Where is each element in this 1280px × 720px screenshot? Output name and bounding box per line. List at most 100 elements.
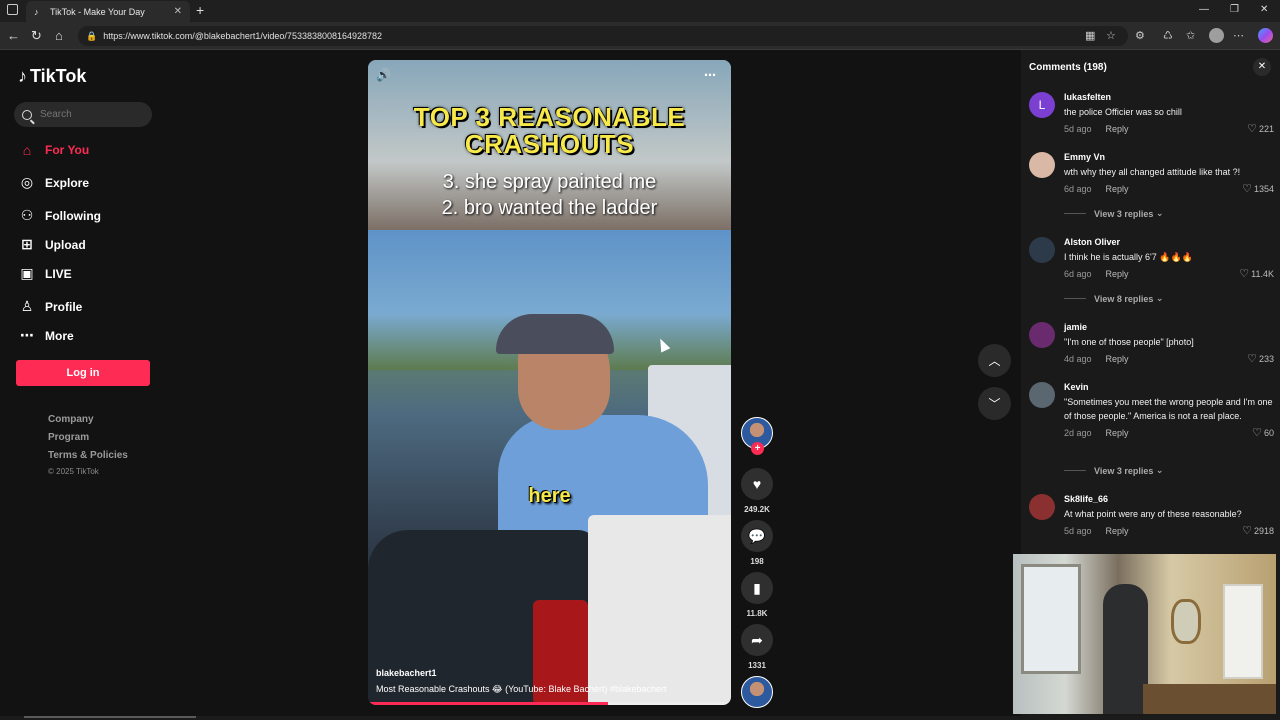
comment-like-count: 11.4K xyxy=(1251,269,1274,279)
comment-username[interactable]: Alston Oliver xyxy=(1064,237,1274,247)
view-replies-button[interactable]: View 3 replies ⌄ xyxy=(1064,208,1163,219)
chevron-up-icon: ︿ xyxy=(988,354,1001,368)
save-button[interactable]: ▮ 11.8K xyxy=(741,572,773,618)
reader-icon[interactable]: ▦ xyxy=(1085,29,1095,42)
comment-text: I think he is actually 6'7 🔥🔥🔥 xyxy=(1064,252,1193,262)
url-field[interactable]: 🔒 https://www.tiktok.com/@blakebachert1/… xyxy=(78,26,1128,46)
comment-avatar[interactable]: L xyxy=(1029,92,1055,118)
comment-avatar[interactable] xyxy=(1029,237,1055,263)
search-box[interactable] xyxy=(14,102,152,127)
minimize-icon[interactable]: — xyxy=(1199,4,1209,15)
nav-explore[interactable]: ◎ Explore xyxy=(18,174,89,191)
video-username[interactable]: blakebachert1 xyxy=(376,668,716,678)
like-button[interactable]: ♥ 249.2K xyxy=(741,468,773,514)
chevron-down-icon: ⌄ xyxy=(1155,465,1164,475)
reload-icon[interactable]: ↻ xyxy=(31,28,42,44)
login-button[interactable]: Log in xyxy=(16,360,150,386)
video-progress-bar[interactable] xyxy=(368,702,731,705)
following-icon: ⚇ xyxy=(20,207,34,223)
reply-button[interactable]: Reply xyxy=(1106,526,1129,536)
nav-more[interactable]: ⋯ More xyxy=(18,327,74,344)
comment-username[interactable]: lukasfelten xyxy=(1064,92,1274,102)
video-player[interactable]: 🔊 ⋯ TOP 3 REASONABLE CRASHOUTS 3. she sp… xyxy=(368,60,731,705)
view-replies-button[interactable]: View 3 replies ⌄ xyxy=(1064,465,1163,476)
more-icon: ⋯ xyxy=(20,327,34,343)
comment-time: 5d ago xyxy=(1064,123,1092,134)
nav-live[interactable]: ▣ LIVE xyxy=(18,265,71,282)
chevron-down-icon: ﹀ xyxy=(988,397,1001,411)
comment-username[interactable]: jamie xyxy=(1064,322,1274,332)
tab-title: TikTok - Make Your Day xyxy=(50,6,145,17)
comment-avatar[interactable] xyxy=(1029,322,1055,348)
heart-outline-icon: ♡ xyxy=(1239,268,1250,280)
profile-icon: ♙ xyxy=(20,298,34,314)
comment-username[interactable]: Kevin xyxy=(1064,382,1274,392)
tab-close-icon[interactable]: ✕ xyxy=(174,6,182,17)
back-icon[interactable]: ← xyxy=(7,28,20,43)
nav-label: Explore xyxy=(45,175,90,190)
new-tab-icon[interactable]: + xyxy=(196,2,204,18)
reply-button[interactable]: Reply xyxy=(1106,354,1129,364)
previous-video-button[interactable]: ︿ xyxy=(978,344,1011,377)
comments-header: Comments (198) xyxy=(1029,62,1107,73)
copilot-icon[interactable] xyxy=(1258,28,1273,43)
follow-plus-icon[interactable]: + xyxy=(751,442,764,455)
tiktok-logo[interactable]: ♪ TikTok xyxy=(18,66,86,87)
comment-like-button[interactable]: ♡ 1354 xyxy=(1242,182,1274,195)
nav-upload[interactable]: ⊞ Upload xyxy=(18,236,86,253)
list-item-3: 3. she spray painted me xyxy=(442,171,657,193)
favorites-icon[interactable]: ✩ xyxy=(1186,29,1195,42)
comment-username[interactable]: Emmy Vn xyxy=(1064,152,1274,162)
footer-terms[interactable]: Terms & Policies xyxy=(48,450,128,461)
reply-button[interactable]: Reply xyxy=(1106,428,1129,438)
home-browser-icon[interactable]: ⌂ xyxy=(55,28,63,43)
sound-avatar-button[interactable] xyxy=(741,676,773,708)
reply-button[interactable]: Reply xyxy=(1106,124,1129,134)
url-text: https://www.tiktok.com/@blakebachert1/vi… xyxy=(103,31,383,41)
nav-following[interactable]: ⚇ Following xyxy=(18,207,101,224)
comment-avatar[interactable] xyxy=(1029,152,1055,178)
volume-icon[interactable]: 🔊 xyxy=(376,68,391,82)
favorite-star-icon[interactable]: ☆ xyxy=(1106,29,1116,42)
footer-company[interactable]: Company xyxy=(48,414,94,425)
maximize-icon[interactable]: ❐ xyxy=(1230,4,1239,15)
comment-like-button[interactable]: ♡ 2918 xyxy=(1242,524,1274,537)
sound-avatar xyxy=(741,676,773,708)
home-icon: ⌂ xyxy=(22,142,32,158)
nav-profile[interactable]: ♙ Profile xyxy=(18,298,83,315)
footer-program[interactable]: Program xyxy=(48,432,89,443)
comment-username[interactable]: Sk8life_66 xyxy=(1064,494,1274,504)
sidebar-toggle-icon[interactable] xyxy=(7,4,18,15)
comment-button[interactable]: 💬 198 xyxy=(741,520,773,566)
comment-like-button[interactable]: ♡ 221 xyxy=(1247,122,1274,135)
lock-icon: 🔒 xyxy=(86,30,98,41)
search-input[interactable] xyxy=(40,109,140,120)
divider xyxy=(1064,298,1086,299)
extensions-icon[interactable]: ⚙ xyxy=(1135,29,1145,42)
comment-avatar[interactable] xyxy=(1029,382,1055,408)
view-replies-button[interactable]: View 8 replies ⌄ xyxy=(1064,293,1163,304)
comment-like-button[interactable]: ♡ 11.4K xyxy=(1239,267,1274,280)
close-comments-icon[interactable]: ✕ xyxy=(1253,58,1271,76)
reply-button[interactable]: Reply xyxy=(1106,269,1129,279)
browser-tab[interactable]: ♪ TikTok - Make Your Day ✕ xyxy=(26,1,190,22)
webcam-overlay xyxy=(1013,554,1276,714)
share-button[interactable]: ➦ 1331 xyxy=(741,624,773,670)
creator-avatar-button[interactable]: + xyxy=(741,417,773,455)
next-video-button[interactable]: ﹀ xyxy=(978,387,1011,420)
reply-button[interactable]: Reply xyxy=(1106,184,1129,194)
webcam-table xyxy=(1143,684,1276,714)
video-more-icon[interactable]: ⋯ xyxy=(704,68,716,82)
nav-label: Following xyxy=(45,208,101,223)
comment-like-button[interactable]: ♡ 60 xyxy=(1252,426,1274,439)
comment-like-button[interactable]: ♡ 233 xyxy=(1247,352,1274,365)
nav-for-you[interactable]: ⌂ For You xyxy=(18,142,89,158)
video-description: Most Reasonable Crashouts 😂 (YouTube: Bl… xyxy=(376,684,667,694)
comment-text: wth why they all changed attitude like t… xyxy=(1064,167,1241,177)
collections-icon[interactable]: ♺ xyxy=(1163,29,1173,42)
window-close-icon[interactable]: ✕ xyxy=(1260,4,1268,15)
browser-menu-icon[interactable]: ⋯ xyxy=(1233,29,1244,42)
browser-profile-avatar[interactable] xyxy=(1209,28,1224,43)
comment-avatar[interactable] xyxy=(1029,494,1055,520)
comment-like-count: 221 xyxy=(1258,124,1274,134)
